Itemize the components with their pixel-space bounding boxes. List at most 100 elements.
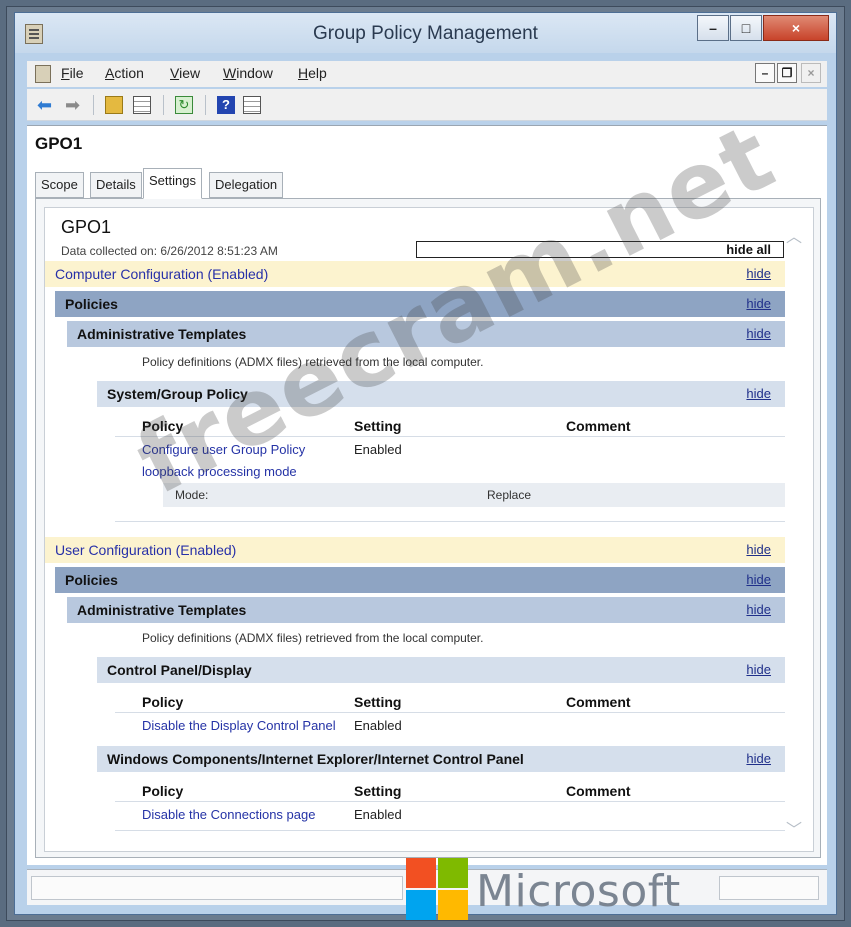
hide-link[interactable]: hide [746,567,771,593]
settings-report[interactable]: GPO1 Data collected on: 6/26/2012 8:51:2… [44,207,814,852]
policy-link[interactable]: Disable the Connections page [142,807,315,822]
policy-link[interactable]: loopback processing mode [142,464,297,479]
back-arrow-icon[interactable]: ⬅ [37,96,55,114]
status-segment [719,876,819,900]
tab-delegation[interactable]: Delegation [209,172,284,198]
logo-square-yellow [438,890,468,920]
column-comment: Comment [566,418,631,434]
divider [115,801,785,802]
hide-link[interactable]: hide [746,291,771,317]
scroll-up-icon[interactable]: ︿ [786,223,802,247]
action-pane-icon[interactable] [243,96,261,114]
category-header: System/Group Policy hide [97,381,785,407]
content-pane: GPO1 Scope Details Settings Delegation G… [27,125,827,865]
menu-bar: File Action View Window Help – ❐ × [27,61,827,87]
divider [115,712,785,713]
menu-help[interactable]: Help [298,65,327,81]
forward-arrow-icon[interactable]: ➡ [65,96,83,114]
hide-link[interactable]: hide [746,321,771,347]
title-bar[interactable]: Group Policy Management – □ × [15,13,836,53]
up-folder-icon[interactable] [105,96,123,114]
tab-scope[interactable]: Scope [35,172,84,198]
column-setting: Setting [354,418,402,434]
hide-all-bar: hide all [416,241,784,258]
hide-link[interactable]: hide [746,597,771,623]
help-icon[interactable]: ? [217,96,235,114]
close-button[interactable]: × [763,15,829,41]
mode-row: Mode: Replace [163,483,785,507]
toolbar-separator [163,95,164,115]
menu-action[interactable]: Action [105,65,144,81]
category-header: Windows Components/Internet Explorer/Int… [97,746,785,772]
logo-square-blue [406,890,436,920]
settings-tab-panel: GPO1 Data collected on: 6/26/2012 8:51:2… [35,198,821,858]
column-comment: Comment [566,694,631,710]
hide-link[interactable]: hide [746,381,771,407]
admin-templates-header: Administrative Templates hide [67,321,785,347]
mode-value: Replace [487,488,532,502]
hide-all-link[interactable]: hide all [726,242,771,257]
section-title: Administrative Templates [77,326,247,342]
toolbar-separator [205,95,206,115]
gpmc-window: Group Policy Management – □ × File Actio… [14,12,837,915]
section-title: System/Group Policy [107,386,248,402]
divider [115,830,785,831]
policies-header: Policies hide [55,567,785,593]
section-title: Policies [65,572,118,588]
tab-details[interactable]: Details [90,172,142,198]
policy-link[interactable]: Disable the Display Control Panel [142,718,336,733]
menu-file[interactable]: File [61,65,84,81]
column-setting: Setting [354,783,402,799]
divider [115,521,785,522]
column-policy: Policy [142,418,184,434]
data-collected-text: Data collected on: 6/26/2012 8:51:23 AM [61,244,278,258]
status-segment [31,876,403,900]
menu-window[interactable]: Window [223,65,273,81]
toolbar-separator [93,95,94,115]
show-hide-tree-icon[interactable] [133,96,151,114]
scroll-down-icon[interactable]: ﹀ [786,816,802,840]
column-policy: Policy [142,694,184,710]
child-restore-button[interactable]: ❐ [777,63,797,83]
hide-link[interactable]: hide [746,746,771,772]
column-setting: Setting [354,694,402,710]
category-header: Control Panel/Display hide [97,657,785,683]
refresh-icon[interactable]: ↻ [175,96,193,114]
policy-setting: Enabled [354,718,402,733]
divider [115,436,785,437]
logo-square-green [438,858,468,888]
policy-link[interactable]: Configure user Group Policy [142,442,305,457]
policy-setting: Enabled [354,442,402,457]
section-title: Administrative Templates [77,602,247,618]
gpo-heading: GPO1 [35,134,83,153]
policy-setting: Enabled [354,807,402,822]
hide-link[interactable]: hide [746,261,771,287]
admin-templates-header: Administrative Templates hide [67,597,785,623]
admx-note: Policy definitions (ADMX files) retrieve… [142,355,484,369]
section-title: Windows Components/Internet Explorer/Int… [107,751,524,767]
hide-link[interactable]: hide [746,537,771,563]
maximize-button[interactable]: □ [730,15,762,41]
console-icon[interactable] [35,65,51,83]
admx-note: Policy definitions (ADMX files) retrieve… [142,631,484,645]
minimize-button[interactable]: – [697,15,729,41]
hide-link[interactable]: hide [746,657,771,683]
child-close-button[interactable]: × [801,63,821,83]
section-title: User Configuration (Enabled) [55,542,237,558]
computer-config-header: Computer Configuration (Enabled) hide [45,261,785,287]
mode-label: Mode: [175,488,209,502]
tab-settings[interactable]: Settings [143,168,202,199]
user-config-header: User Configuration (Enabled) hide [45,537,785,563]
section-title: Computer Configuration (Enabled) [55,266,269,282]
policies-header: Policies hide [55,291,785,317]
report-title: GPO1 [61,217,112,237]
section-title: Policies [65,296,118,312]
section-title: Control Panel/Display [107,662,252,678]
column-policy: Policy [142,783,184,799]
microsoft-wordmark: Microsoft [476,866,681,917]
menu-view[interactable]: View [170,65,200,81]
toolbar: ⬅ ➡ ↻ ? [27,89,827,121]
microsoft-logo-icon [406,858,468,920]
column-comment: Comment [566,783,631,799]
child-minimize-button[interactable]: – [755,63,775,83]
